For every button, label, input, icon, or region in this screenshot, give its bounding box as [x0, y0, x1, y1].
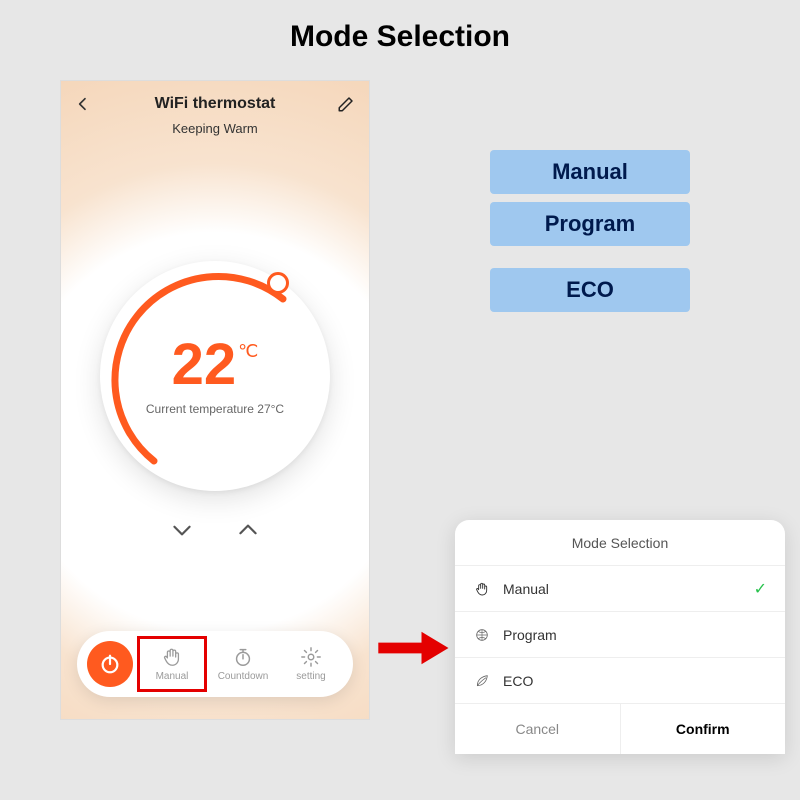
check-icon: ✓ [754, 579, 767, 599]
manual-label: Manual [156, 671, 189, 682]
device-title: WiFi thermostat [77, 95, 353, 113]
mode-manual-button[interactable]: Manual [137, 636, 207, 692]
gear-icon [300, 646, 322, 668]
sheet-option-eco[interactable]: ECO [455, 658, 785, 704]
cancel-button[interactable]: Cancel [455, 704, 621, 754]
countdown-button[interactable]: Countdown [211, 636, 275, 692]
confirm-button[interactable]: Confirm [621, 704, 786, 754]
bottom-toolbar: Manual Countdown setting [77, 631, 353, 697]
setting-label: setting [296, 671, 325, 682]
set-temperature-value: 22 [172, 336, 237, 394]
hand-icon [473, 580, 491, 598]
option-label: Manual [503, 581, 549, 597]
temperature-dial[interactable]: 22 ℃ Current temperature 27°C [100, 261, 330, 491]
hand-icon [161, 646, 183, 668]
phone-frame: WiFi thermostat Keeping Warm 22 ℃ Curren… [60, 80, 370, 720]
sheet-option-program[interactable]: Program [455, 612, 785, 658]
settings-button[interactable]: setting [279, 636, 343, 692]
stopwatch-icon [232, 646, 254, 668]
current-temperature: Current temperature 27°C [146, 402, 284, 416]
sheet-title: Mode Selection [455, 520, 785, 566]
mode-pill-manual[interactable]: Manual [490, 150, 690, 194]
page-title: Mode Selection [0, 20, 800, 54]
arrow-right-icon [375, 630, 450, 666]
phone-header: WiFi thermostat Keeping Warm [61, 81, 369, 140]
increase-button[interactable] [235, 517, 261, 549]
edit-icon[interactable] [337, 95, 355, 113]
set-temperature: 22 ℃ [172, 336, 259, 394]
option-label: ECO [503, 673, 533, 689]
power-button[interactable] [87, 641, 133, 687]
temp-step-controls [169, 517, 261, 549]
decrease-button[interactable] [169, 517, 195, 549]
device-status: Keeping Warm [77, 121, 353, 136]
mode-pill-program[interactable]: Program [490, 202, 690, 246]
mode-pill-eco[interactable]: ECO [490, 268, 690, 312]
power-icon [99, 653, 121, 675]
countdown-label: Countdown [218, 671, 269, 682]
mode-selection-sheet: Mode Selection Manual ✓ Program ECO Canc… [455, 520, 785, 754]
option-label: Program [503, 627, 557, 643]
globe-icon [473, 626, 491, 644]
sheet-actions: Cancel Confirm [455, 704, 785, 754]
sheet-option-manual[interactable]: Manual ✓ [455, 566, 785, 612]
dial-readout: 22 ℃ Current temperature 27°C [100, 261, 330, 491]
back-icon[interactable] [75, 95, 91, 118]
temperature-unit: ℃ [238, 342, 258, 360]
leaf-icon [473, 672, 491, 690]
